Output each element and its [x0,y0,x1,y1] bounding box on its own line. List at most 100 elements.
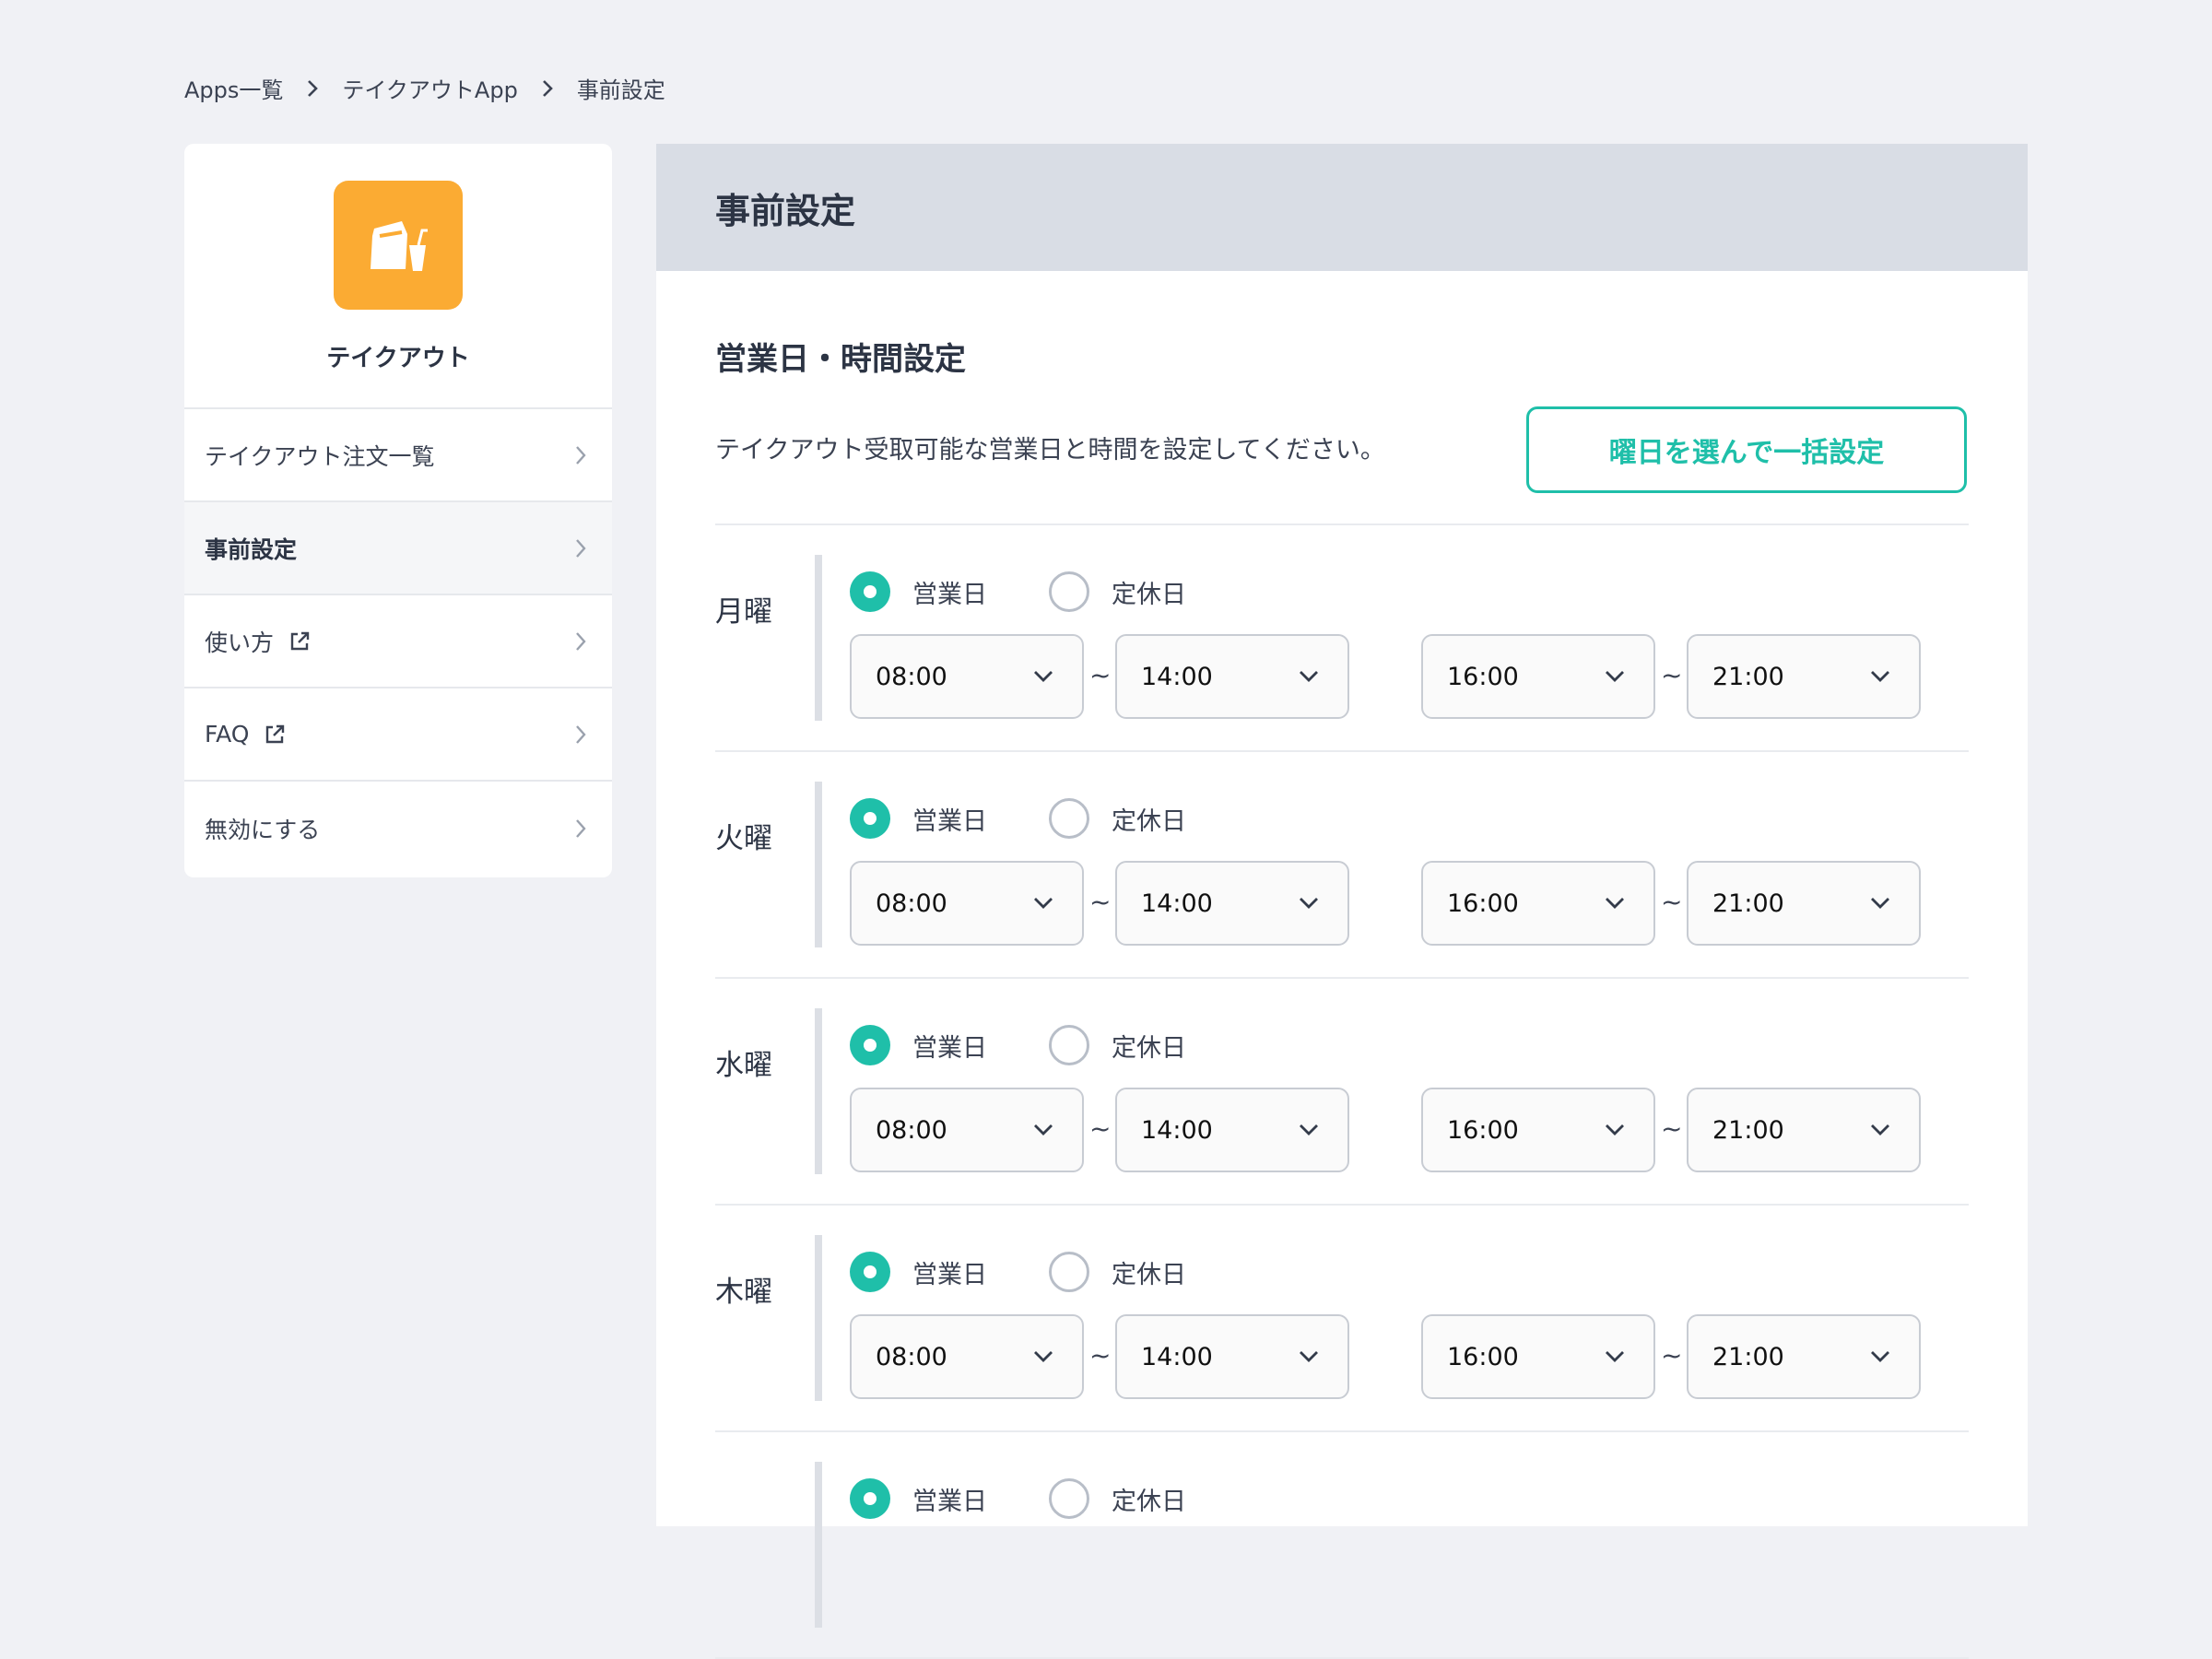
day-row-4: 営業日 定休日 [715,1432,1969,1659]
range-tilde: ~ [1089,1340,1112,1371]
radio-circle-unselected[interactable] [1049,1252,1089,1292]
chevron-down-icon [1606,1351,1624,1362]
app-card: テイクアウト [184,144,612,409]
end-time-2-select[interactable]: 21:00 [1687,1088,1921,1172]
end-time-2-select[interactable]: 21:00 [1687,1314,1921,1399]
bulk-set-button[interactable]: 曜日を選んで一括設定 [1526,406,1967,493]
radio-closed[interactable]: 定休日 [1049,1478,1186,1519]
radio-open-label: 営業日 [912,1487,987,1516]
radio-closed[interactable]: 定休日 [1049,798,1186,839]
radio-closed[interactable]: 定休日 [1049,1025,1186,1065]
takeout-app-icon [334,181,463,310]
chevron-down-icon [1871,1351,1889,1362]
sidebar-item-label: FAQ [205,721,250,747]
end-time-1-select[interactable]: 14:00 [1115,1314,1349,1399]
sidebar-item-label: 無効にする [205,816,321,843]
radio-closed[interactable]: 定休日 [1049,571,1186,612]
chevron-down-icon [1871,898,1889,909]
start-time-2-select[interactable]: 16:00 [1421,634,1655,719]
sidebar-item-label: テイクアウト注文一覧 [205,442,435,470]
chevron-down-icon [1300,671,1318,682]
radio-circle-unselected[interactable] [1049,798,1089,839]
start-time-2-select[interactable]: 16:00 [1421,1088,1655,1172]
select-value: 08:00 [876,662,947,691]
chevron-down-icon [1606,671,1624,682]
breadcrumb: Apps一覧 テイクアウトApp 事前設定 [184,72,665,104]
day-row-1: 火曜 営業日 定休日 08:00 ~14:00 16:00 ~21:00 [715,752,1969,979]
start-time-1-select[interactable]: 08:00 [850,1314,1084,1399]
radio-circle-selected[interactable] [850,1252,890,1292]
radio-closed-label: 定休日 [1112,1260,1186,1289]
end-time-2-select[interactable]: 21:00 [1687,861,1921,946]
radio-open-label: 営業日 [912,806,987,836]
radio-circle-selected[interactable] [850,1478,890,1519]
section-title: 営業日・時間設定 [715,341,966,378]
range-tilde: ~ [1089,887,1112,917]
radio-open[interactable]: 営業日 [850,1025,987,1065]
radio-open[interactable]: 営業日 [850,1478,987,1519]
radio-open[interactable]: 営業日 [850,798,987,839]
radio-closed[interactable]: 定休日 [1049,1252,1186,1292]
sidebar: テイクアウト テイクアウト注文一覧 事前設定 使い方 FAQ 無効にする [184,144,612,877]
end-time-1-select[interactable]: 14:00 [1115,1088,1349,1172]
select-value: 16:00 [1447,662,1519,691]
select-value: 21:00 [1712,1342,1784,1371]
start-time-1-select[interactable]: 08:00 [850,634,1084,719]
radio-open-label: 営業日 [912,1033,987,1063]
radio-circle-selected[interactable] [850,798,890,839]
radio-circle-selected[interactable] [850,571,890,612]
breadcrumb-takeout-link[interactable]: テイクアウトApp [342,72,517,104]
chevron-down-icon [1034,1351,1053,1362]
radio-circle-selected[interactable] [850,1025,890,1065]
radio-circle-unselected[interactable] [1049,1478,1089,1519]
external-link-icon [290,631,310,650]
start-time-2-select[interactable]: 16:00 [1421,861,1655,946]
end-time-1-select[interactable]: 14:00 [1115,861,1349,946]
chevron-down-icon [1034,1124,1053,1135]
start-time-2-select[interactable]: 16:00 [1421,1314,1655,1399]
divider-bar [815,1008,822,1174]
radio-circle-unselected[interactable] [1049,1025,1089,1065]
radio-open[interactable]: 営業日 [850,571,987,612]
chevron-down-icon [1300,1351,1318,1362]
end-time-1-select[interactable]: 14:00 [1115,634,1349,719]
breadcrumb-current: 事前設定 [576,77,665,103]
day-row-3: 木曜 営業日 定休日 08:00 ~14:00 16:00 ~21:00 [715,1206,1969,1432]
day-label: 水曜 [715,1049,772,1082]
chevron-right-icon [576,724,586,744]
main-panel: 事前設定 営業日・時間設定 テイクアウト受取可能な営業日と時間を設定してください… [656,144,2028,1659]
chevron-down-icon [1300,1124,1318,1135]
sidebar-item-settings[interactable]: 事前設定 [184,502,612,595]
divider-bar [815,1235,822,1401]
select-value: 21:00 [1712,888,1784,918]
breadcrumb-apps-link[interactable]: Apps一覧 [184,72,283,104]
radio-open[interactable]: 営業日 [850,1252,987,1292]
select-value: 14:00 [1141,1342,1213,1371]
start-time-1-select[interactable]: 08:00 [850,1088,1084,1172]
app-name: テイクアウト [326,345,470,372]
day-label: 火曜 [715,822,772,855]
chevron-down-icon [1606,898,1624,909]
chevron-down-icon [1034,671,1053,682]
select-value: 16:00 [1447,1115,1519,1145]
select-value: 14:00 [1141,662,1213,691]
select-value: 14:00 [1141,1115,1213,1145]
divider-bar [815,782,822,947]
select-value: 14:00 [1141,888,1213,918]
chevron-down-icon [1034,898,1053,909]
select-value: 08:00 [876,1342,947,1371]
sidebar-item-faq[interactable]: FAQ [184,688,612,782]
range-tilde: ~ [1661,1340,1683,1371]
sidebar-item-howto[interactable]: 使い方 [184,595,612,688]
sidebar-item-disable[interactable]: 無効にする [184,782,612,875]
start-time-1-select[interactable]: 08:00 [850,861,1084,946]
radio-circle-unselected[interactable] [1049,571,1089,612]
external-link-icon [266,724,285,743]
sidebar-item-orders[interactable]: テイクアウト注文一覧 [184,409,612,502]
chevron-right-icon [576,445,586,465]
breadcrumb-chevron-icon [294,78,331,99]
chevron-down-icon [1606,1124,1624,1135]
end-time-2-select[interactable]: 21:00 [1687,634,1921,719]
day-row-0: 月曜 営業日 定休日 08:00 ~14:00 16:00 ~21:00 [715,525,1969,752]
range-tilde: ~ [1661,887,1683,917]
